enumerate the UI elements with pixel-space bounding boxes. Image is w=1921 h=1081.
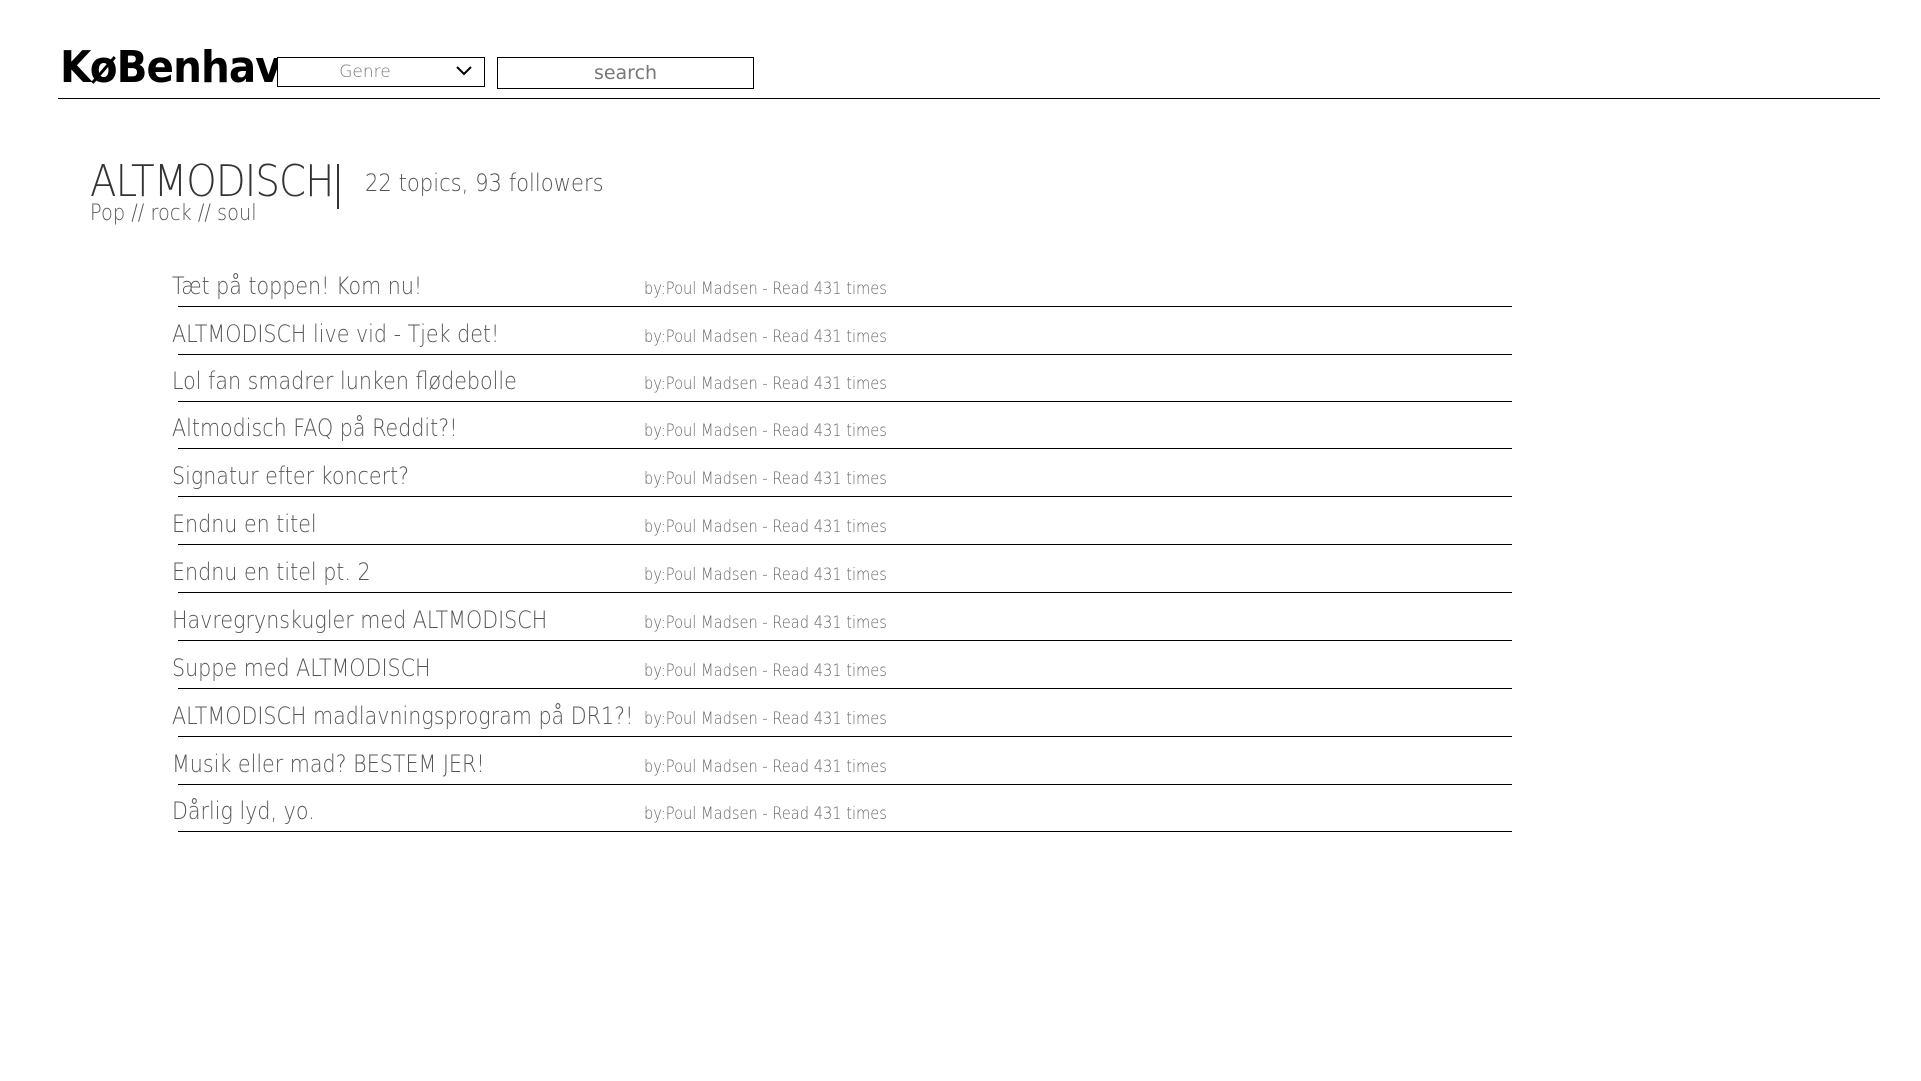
topic-meta: by:Poul Madsen - Read 431 times: [644, 613, 887, 633]
header-divider: [58, 98, 1880, 99]
topic-row[interactable]: Altmodisch FAQ på Reddit?! by:Poul Madse…: [172, 405, 1512, 449]
topic-title[interactable]: ALTMODISCH madlavningsprogram på DR1?!: [172, 701, 633, 731]
topic-row[interactable]: Havregrynskugler med ALTMODISCH by:Poul …: [172, 597, 1512, 641]
topic-meta: by:Poul Madsen - Read 431 times: [644, 469, 887, 489]
genre-select[interactable]: Genre: [277, 57, 485, 87]
topic-title[interactable]: ALTMODISCH live vid - Tjek det!: [172, 319, 499, 349]
topic-meta: by:Poul Madsen - Read 431 times: [644, 517, 887, 537]
topic-title[interactable]: Havregrynskugler med ALTMODISCH: [172, 605, 547, 635]
topic-meta: by:Poul Madsen - Read 431 times: [644, 709, 887, 729]
topic-title[interactable]: Suppe med ALTMODISCH: [172, 653, 431, 683]
topic-meta: by:Poul Madsen - Read 431 times: [644, 374, 887, 394]
row-divider: [178, 354, 1512, 355]
row-divider: [178, 496, 1512, 497]
topic-meta: by:Poul Madsen - Read 431 times: [644, 279, 887, 299]
title-divider: [337, 164, 339, 209]
topic-row[interactable]: Tæt på toppen! Kom nu! by:Poul Madsen - …: [172, 263, 1512, 307]
site-logo[interactable]: KøBenhavn: [60, 40, 310, 96]
row-divider: [178, 688, 1512, 689]
topic-row[interactable]: ALTMODISCH madlavningsprogram på DR1?! b…: [172, 693, 1512, 737]
topic-title[interactable]: Musik eller mad? BESTEM JER!: [172, 749, 485, 779]
topic-meta: by:Poul Madsen - Read 431 times: [644, 327, 887, 347]
topic-meta: by:Poul Madsen - Read 431 times: [644, 757, 887, 777]
topic-title[interactable]: Signatur efter koncert?: [172, 461, 409, 491]
row-divider: [178, 784, 1512, 785]
topic-row[interactable]: Lol fan smadrer lunken flødebolle by:Pou…: [172, 358, 1512, 402]
topic-row[interactable]: Musik eller mad? BESTEM JER! by:Poul Mad…: [172, 741, 1512, 785]
topic-meta: by:Poul Madsen - Read 431 times: [644, 804, 887, 824]
row-divider: [178, 306, 1512, 307]
row-divider: [178, 640, 1512, 641]
topic-row[interactable]: Endnu en titel by:Poul Madsen - Read 431…: [172, 501, 1512, 545]
topic-row[interactable]: Signatur efter koncert? by:Poul Madsen -…: [172, 453, 1512, 497]
topic-title[interactable]: Lol fan smadrer lunken flødebolle: [172, 366, 517, 396]
row-divider: [178, 544, 1512, 545]
chevron-down-icon: [456, 66, 472, 76]
topic-meta: by:Poul Madsen - Read 431 times: [644, 661, 887, 681]
forum-genres: Pop // rock // soul: [90, 201, 257, 226]
topic-row[interactable]: Endnu en titel pt. 2 by:Poul Madsen - Re…: [172, 549, 1512, 593]
topic-row[interactable]: Dårlig lyd, yo. by:Poul Madsen - Read 43…: [172, 788, 1512, 832]
row-divider: [178, 448, 1512, 449]
topic-title[interactable]: Endnu en titel: [172, 509, 317, 539]
forum-stats: 22 topics, 93 followers: [365, 169, 604, 197]
topic-row[interactable]: ALTMODISCH live vid - Tjek det! by:Poul …: [172, 311, 1512, 355]
topic-meta: by:Poul Madsen - Read 431 times: [644, 421, 887, 441]
search-input[interactable]: [497, 57, 754, 89]
topic-row[interactable]: Suppe med ALTMODISCH by:Poul Madsen - Re…: [172, 645, 1512, 689]
topic-meta: by:Poul Madsen - Read 431 times: [644, 565, 887, 585]
topic-title[interactable]: Endnu en titel pt. 2: [172, 557, 371, 587]
row-divider: [178, 736, 1512, 737]
row-divider: [178, 401, 1512, 402]
genre-select-label: Genre: [339, 62, 391, 82]
row-divider: [178, 831, 1512, 832]
topic-title[interactable]: Dårlig lyd, yo.: [172, 796, 315, 826]
topic-title[interactable]: Altmodisch FAQ på Reddit?!: [172, 413, 457, 443]
topic-title[interactable]: Tæt på toppen! Kom nu!: [172, 271, 422, 301]
row-divider: [178, 592, 1512, 593]
